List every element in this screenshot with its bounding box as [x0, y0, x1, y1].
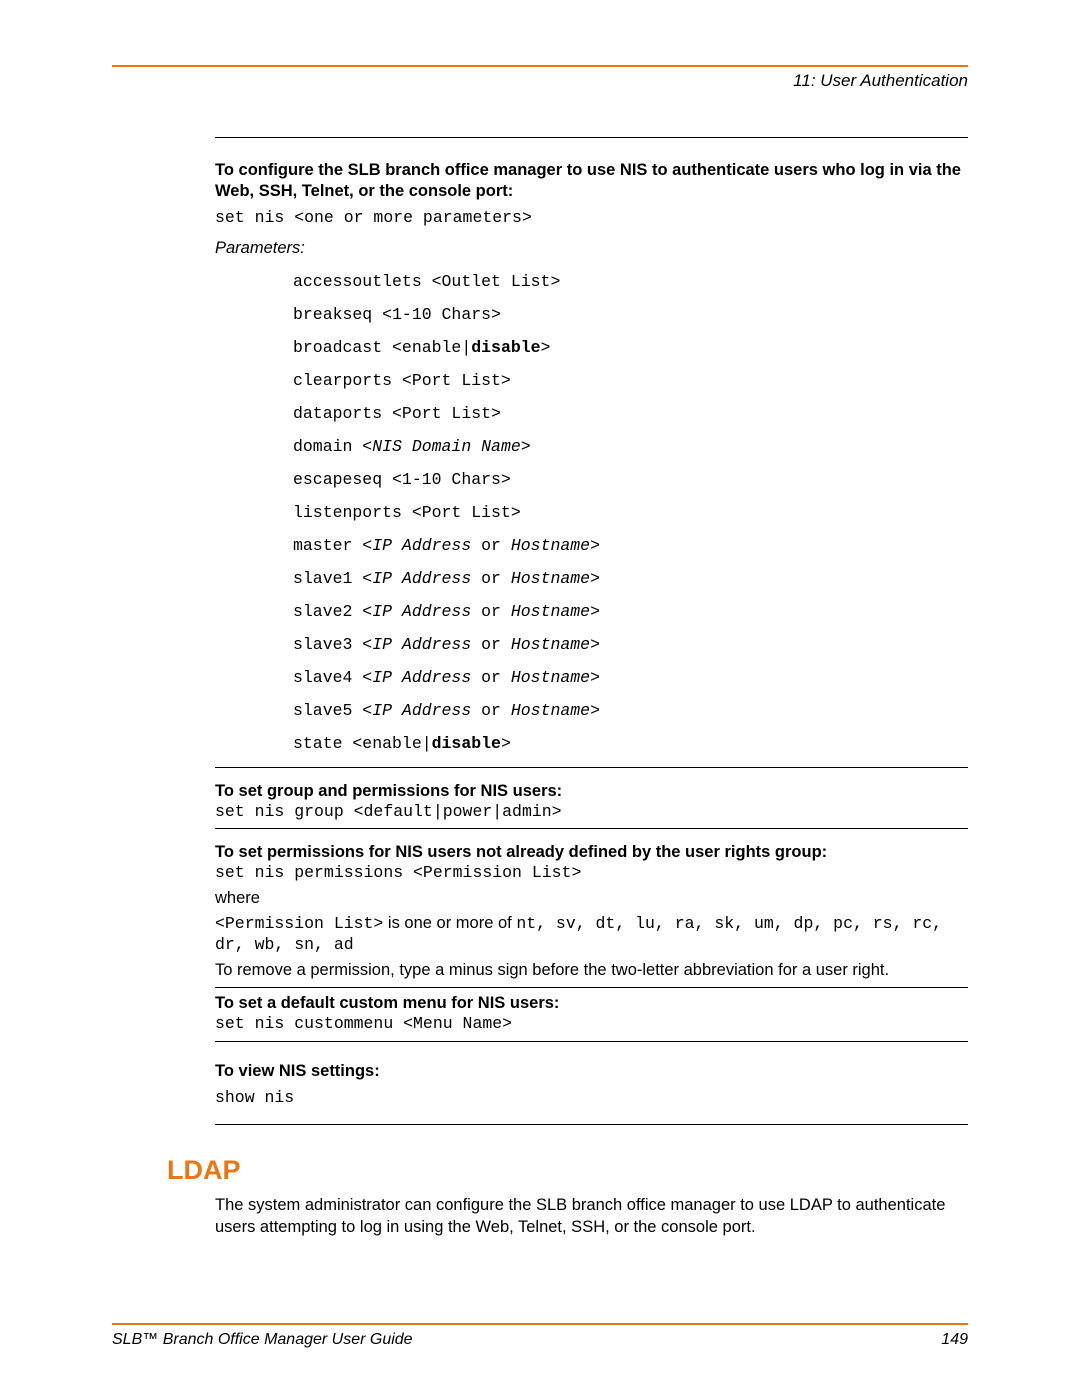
where-label: where	[215, 888, 968, 909]
parameters-label: Parameters:	[215, 239, 968, 258]
section-divider	[215, 987, 968, 988]
param-slave2: slave2 <IP Address or Hostname>	[293, 602, 968, 621]
section-divider	[215, 1041, 968, 1042]
custom-menu-title: To set a default custom menu for NIS use…	[215, 994, 968, 1013]
section-divider	[215, 767, 968, 768]
set-nis-custommenu-command: set nis custommenu <Menu Name>	[215, 1013, 968, 1034]
param-accessoutlets: accessoutlets <Outlet List>	[293, 272, 968, 291]
param-slave4: slave4 <IP Address or Hostname>	[293, 668, 968, 687]
set-nis-command: set nis <one or more parameters>	[215, 207, 968, 228]
footer-rule	[112, 1323, 968, 1325]
ldap-description: The system administrator can configure t…	[215, 1194, 968, 1239]
section-divider	[215, 1124, 968, 1125]
ldap-heading: LDAP	[167, 1155, 968, 1186]
header-rule	[112, 65, 968, 67]
param-slave1: slave1 <IP Address or Hostname>	[293, 569, 968, 588]
page-footer: SLB™ Branch Office Manager User Guide 14…	[112, 1323, 968, 1349]
group-perm-title: To set group and permissions for NIS use…	[215, 782, 968, 801]
param-domain: domain <NIS Domain Name>	[293, 437, 968, 456]
perm-title: To set permissions for NIS users not alr…	[215, 843, 968, 862]
show-nis-command: show nis	[215, 1087, 968, 1108]
param-slave5: slave5 <IP Address or Hostname>	[293, 701, 968, 720]
remove-permission-note: To remove a permission, type a minus sig…	[215, 960, 968, 981]
param-slave3: slave3 <IP Address or Hostname>	[293, 635, 968, 654]
view-nis-title: To view NIS settings:	[215, 1062, 968, 1081]
nis-config-title: To configure the SLB branch office manag…	[215, 160, 968, 201]
footer-guide-title: SLB™ Branch Office Manager User Guide	[112, 1331, 413, 1349]
chapter-label: 11: User Authentication	[112, 71, 968, 91]
main-content: To configure the SLB branch office manag…	[215, 137, 968, 1125]
param-breakseq: breakseq <1-10 Chars>	[293, 305, 968, 324]
param-escapeseq: escapeseq <1-10 Chars>	[293, 470, 968, 489]
set-nis-group-command: set nis group <default|power|admin>	[215, 801, 968, 822]
page-number: 149	[941, 1331, 968, 1349]
param-dataports: dataports <Port List>	[293, 404, 968, 423]
set-nis-permissions-command: set nis permissions <Permission List>	[215, 862, 968, 883]
param-state: state <enable|disable>	[293, 734, 968, 753]
parameter-list: accessoutlets <Outlet List> breakseq <1-…	[293, 272, 968, 753]
section-divider	[215, 137, 968, 138]
param-clearports: clearports <Port List>	[293, 371, 968, 390]
param-listenports: listenports <Port List>	[293, 503, 968, 522]
permission-list-explanation: <Permission List> is one or more of nt, …	[215, 913, 968, 956]
param-broadcast: broadcast <enable|disable>	[293, 338, 968, 357]
param-master: master <IP Address or Hostname>	[293, 536, 968, 555]
section-divider	[215, 828, 968, 829]
